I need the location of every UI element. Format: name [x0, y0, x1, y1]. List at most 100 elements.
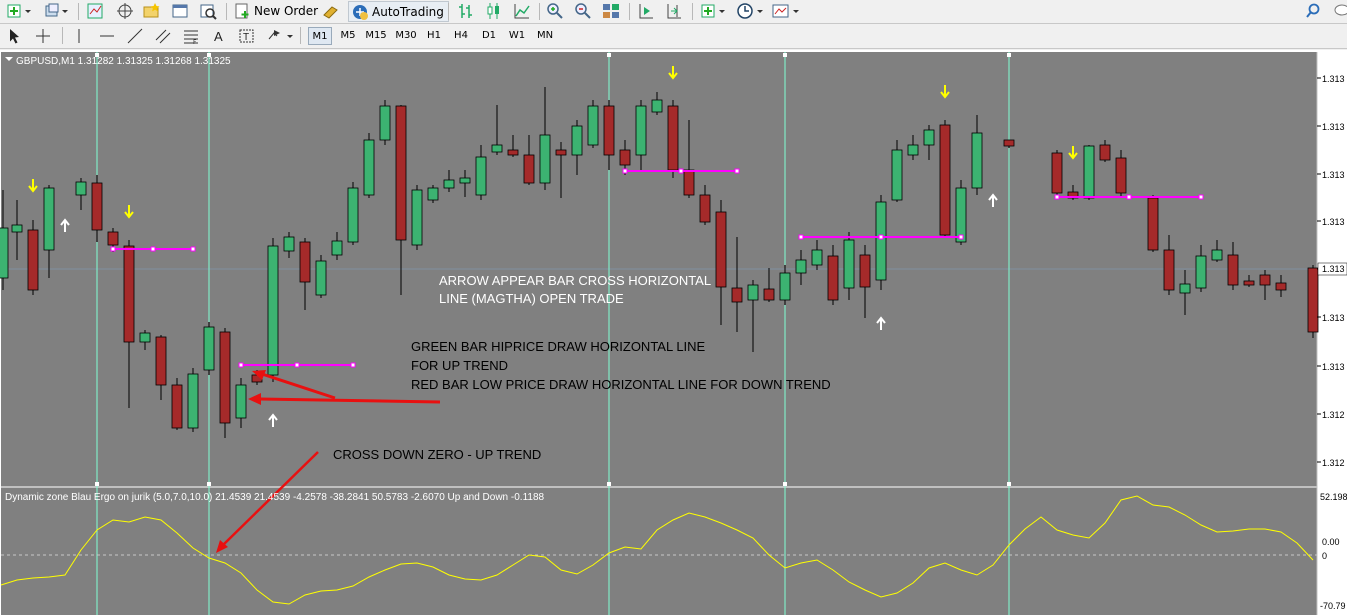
arrows-tool-button[interactable] — [266, 26, 294, 46]
timeframe-m15-button[interactable]: M15 — [363, 27, 389, 45]
trendline-tool-button[interactable] — [126, 26, 144, 46]
template-icon — [772, 4, 799, 18]
svg-text:T: T — [243, 32, 249, 43]
clock-icon — [737, 3, 763, 19]
indicator-header: Dynamic zone Blau Ergo on jurik (5.0,7.0… — [5, 492, 545, 503]
periodicity-button[interactable] — [736, 1, 764, 21]
bear-candle — [1115, 157, 1127, 194]
line-handle[interactable] — [190, 246, 196, 252]
crosshair-tool-button[interactable] — [34, 26, 52, 46]
separator-handle[interactable] — [607, 53, 611, 57]
line-handle[interactable] — [878, 234, 884, 240]
bear-candle — [219, 331, 231, 424]
channel-tool-button[interactable] — [154, 26, 172, 46]
cursor-tool-button[interactable] — [6, 26, 24, 46]
separator-handle[interactable] — [607, 482, 611, 486]
text-tool-button[interactable]: A — [210, 26, 228, 46]
line-handle[interactable] — [238, 362, 244, 368]
line-handle[interactable] — [1054, 194, 1060, 200]
bear-candle — [507, 149, 519, 156]
auto-scroll-button[interactable] — [637, 1, 655, 21]
chart-header: GBPUSD,M1 1.31282 1.31325 1.31268 1.3132… — [16, 56, 231, 67]
templates-button[interactable] — [772, 1, 800, 21]
terminal-button[interactable] — [171, 1, 189, 21]
bear-candle — [1275, 282, 1287, 291]
horizontal-line-icon — [100, 35, 114, 37]
bull-candle — [267, 245, 279, 376]
bear-candle — [619, 149, 631, 166]
bear-candle — [299, 241, 311, 283]
line-chart-button[interactable] — [513, 1, 531, 21]
line-handle[interactable] — [678, 168, 684, 174]
timeframe-h4-button[interactable]: H4 — [449, 27, 473, 45]
indicators-button[interactable] — [700, 1, 728, 21]
timeframe-m1-button[interactable]: M1 — [308, 27, 332, 45]
separator-handle[interactable] — [207, 482, 211, 486]
new-chart-button[interactable] — [6, 1, 32, 21]
vertical-line-tool-button[interactable] — [70, 26, 88, 46]
trendline-icon — [127, 28, 143, 44]
zoom-out-button[interactable] — [574, 1, 592, 21]
separator-handle[interactable] — [783, 53, 787, 57]
line-handle[interactable] — [294, 362, 300, 368]
separator-handle[interactable] — [1007, 53, 1011, 57]
bear-candle — [859, 254, 871, 288]
market-watch-button[interactable] — [86, 1, 104, 21]
autotrading-button[interactable]: AutoTrading — [348, 1, 449, 22]
bar-chart-icon — [459, 4, 472, 18]
bull-candle — [363, 139, 375, 196]
bull-candle — [971, 132, 983, 189]
bear-candle — [1147, 197, 1159, 251]
chat-button[interactable] — [1333, 1, 1347, 21]
chart-window[interactable]: 1.313 1.313 1.313 1.313 1.313 1.313 1.313 1.312… — [0, 50, 1347, 615]
tester-button[interactable] — [199, 1, 217, 21]
bear-candle — [1051, 152, 1063, 194]
drawing-toolbar: F A T M1 M5 M15 M30 H1 H4 D1 W1 MN — [0, 24, 1347, 49]
line-handle[interactable] — [798, 234, 804, 240]
profiles-button[interactable] — [44, 1, 70, 21]
favorites-button[interactable] — [143, 1, 161, 21]
bull-candle — [875, 201, 887, 281]
search-button[interactable] — [1305, 1, 1321, 21]
line-handle[interactable] — [958, 234, 964, 240]
new-order-button[interactable]: New Order — [233, 1, 318, 21]
indicator-scale-label: 52.198 — [1320, 492, 1347, 502]
line-handle[interactable] — [150, 246, 156, 252]
zoom-in-button[interactable] — [546, 1, 564, 21]
fibonacci-tool-button[interactable]: F — [182, 26, 200, 46]
tile-windows-button[interactable] — [602, 1, 620, 21]
bear-candle — [27, 229, 39, 291]
timeframe-d1-button[interactable]: D1 — [477, 27, 501, 45]
line-handle[interactable] — [734, 168, 740, 174]
line-handle[interactable] — [622, 168, 628, 174]
autotrading-label: AutoTrading — [372, 4, 444, 19]
line-handle[interactable] — [110, 246, 116, 252]
timeframe-m5-button[interactable]: M5 — [336, 27, 360, 45]
bull-candle — [571, 125, 583, 156]
timeframe-m30-button[interactable]: M30 — [393, 27, 419, 45]
chart-shift-button[interactable] — [665, 1, 683, 21]
candlestick-button[interactable] — [485, 1, 503, 21]
cursor-icon — [10, 29, 19, 44]
separator-handle[interactable] — [95, 482, 99, 486]
separator-handle[interactable] — [783, 482, 787, 486]
metaeditor-button[interactable] — [322, 1, 340, 21]
text-label-tool-button[interactable]: T — [238, 26, 256, 46]
bar-chart-button[interactable] — [457, 1, 475, 21]
zoom-in-icon — [547, 3, 563, 19]
price-label: 1.312 — [1322, 410, 1345, 420]
candlestick-icon — [487, 3, 499, 19]
timeframe-w1-button[interactable]: W1 — [505, 27, 529, 45]
horizontal-line-tool-button[interactable] — [98, 26, 116, 46]
timeframe-mn-button[interactable]: MN — [533, 27, 557, 45]
navigator-button[interactable] — [116, 1, 134, 21]
separator-handle[interactable] — [1007, 482, 1011, 486]
line-handle[interactable] — [1198, 194, 1204, 200]
bear-candle — [699, 194, 711, 223]
bull-candle — [651, 99, 663, 113]
bear-candle — [1259, 274, 1271, 286]
line-handle[interactable] — [1126, 194, 1132, 200]
timeframe-h1-button[interactable]: H1 — [422, 27, 446, 45]
line-handle[interactable] — [350, 362, 356, 368]
annotation-line-3: GREEN BAR HIPRICE DRAW HORIZONTAL LINE — [411, 339, 706, 354]
